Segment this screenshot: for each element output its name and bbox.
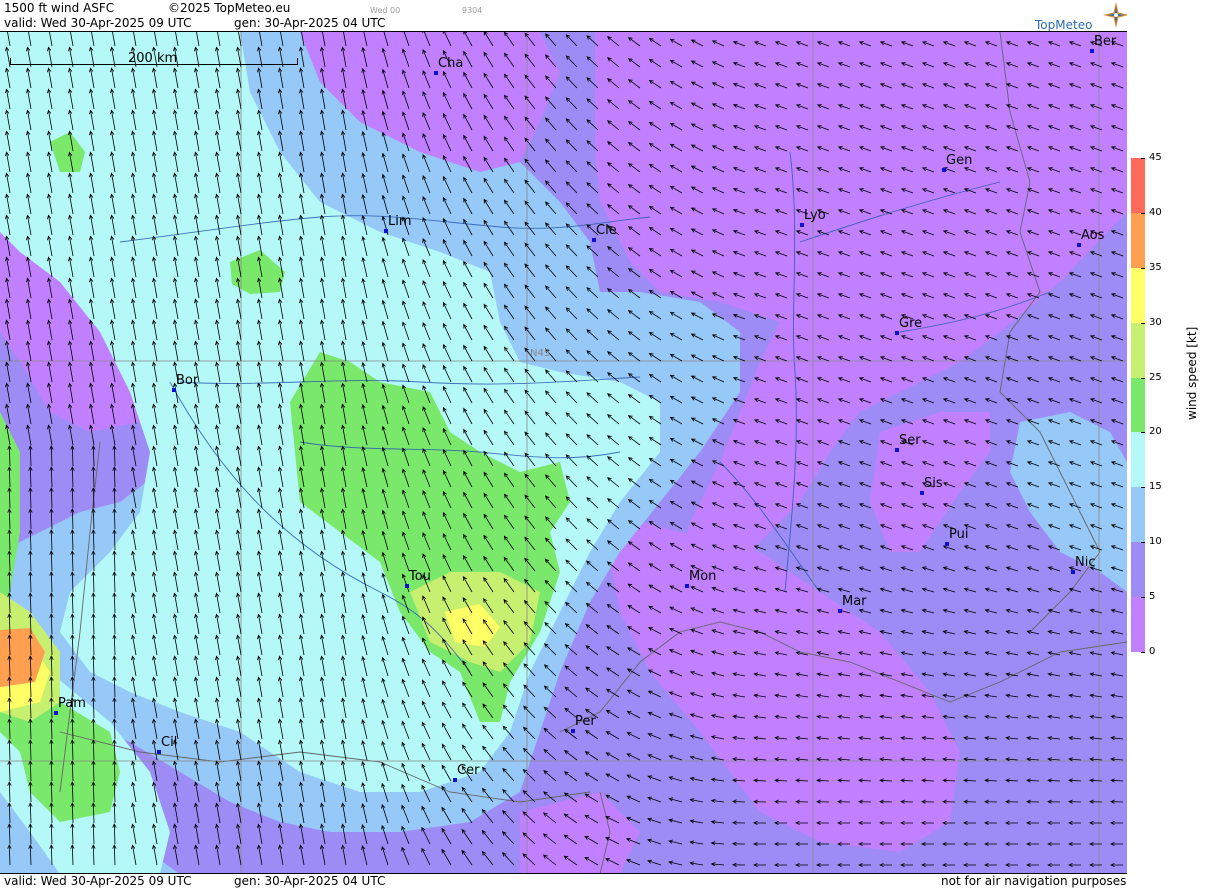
scale-bar: 200 km	[10, 51, 298, 70]
valid-time: valid: Wed 30-Apr-2025 09 UTC	[4, 16, 192, 30]
footer-bar: valid: Wed 30-Apr-2025 09 UTC gen: 30-Ap…	[0, 873, 1127, 888]
topmeteo-logo[interactable]: TopMeteo	[1033, 2, 1129, 32]
colorbar-segment	[1131, 597, 1145, 653]
colorbar-tick-label: 25	[1141, 371, 1162, 383]
wind-speed-colorbar	[1131, 158, 1145, 653]
run-code-label: 9304	[462, 6, 483, 15]
colorbar-tick-label: 0	[1140, 646, 1156, 657]
footer-generated-time: gen: 30-Apr-2025 04 UTC	[234, 874, 386, 888]
colorbar-tick-label: 40	[1141, 206, 1162, 218]
colorbar-segment	[1131, 542, 1145, 598]
colorbar-tick-label: 10	[1141, 536, 1162, 548]
colorbar-segment	[1131, 267, 1145, 324]
colorbar-tick-label: 20	[1141, 426, 1162, 438]
footer-valid-time: valid: Wed 30-Apr-2025 09 UTC	[4, 874, 192, 888]
legend-panel: 45 40 35 30 25 20 15 10 5 0 wind speed [kt]	[1127, 0, 1219, 887]
map-title: 1500 ft wind ASFC	[4, 1, 115, 15]
compass-star-icon	[1103, 2, 1129, 28]
colorbar-segment	[1131, 377, 1145, 433]
colorbar-tick-label: 30	[1141, 316, 1162, 328]
colorbar-unit-label: wind speed [kt]	[1185, 326, 1199, 420]
colorbar-tick-label: 35	[1141, 261, 1162, 273]
colorbar-tick-label: 15	[1141, 481, 1162, 493]
logo-text: TopMeteo	[1035, 18, 1093, 32]
copyright-text: ©2025 TopMeteo.eu	[168, 1, 291, 15]
scale-label: 200 km	[128, 51, 178, 66]
disclaimer-text: not for air navigation purposes	[941, 874, 1127, 888]
colorbar-segment	[1131, 432, 1145, 488]
colorbar-segment	[1131, 322, 1145, 379]
colorbar-tick-label: 5	[1140, 591, 1156, 603]
colorbar-segment	[1131, 487, 1145, 543]
colorbar-segment	[1131, 158, 1145, 214]
generated-time: gen: 30-Apr-2025 04 UTC	[234, 16, 386, 30]
latitude-label: N45	[530, 348, 551, 359]
wind-map[interactable]: 200 km N45 Cha Ber Gen Lim Cle Lyo Aos G…	[0, 31, 1128, 874]
colorbar-segment	[1131, 212, 1145, 269]
colorbar-tick-label: 45	[1141, 152, 1162, 163]
